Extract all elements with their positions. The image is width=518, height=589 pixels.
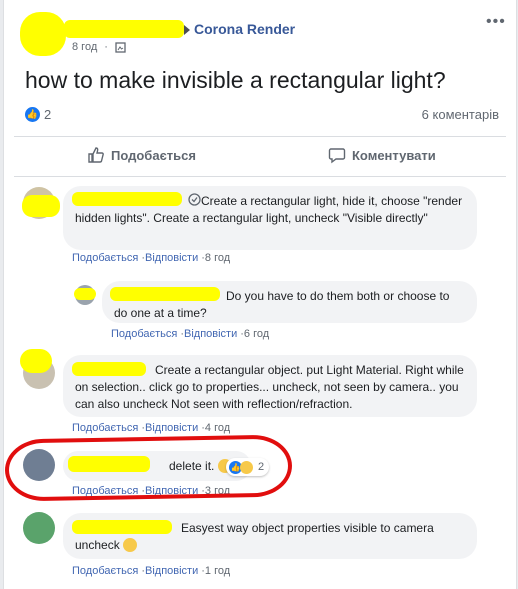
group-name[interactable]: Corona Render <box>194 21 295 37</box>
verified-icon <box>188 193 201 206</box>
redacted-name <box>64 20 184 38</box>
arrow-right-icon <box>184 25 190 35</box>
post-title: how to make invisible a rectangular ligh… <box>25 67 446 93</box>
comment-time[interactable]: 1 год <box>205 565 230 577</box>
redacted-name <box>72 362 146 376</box>
comment-reply-link[interactable]: Відповісти <box>145 565 198 577</box>
post-card: Corona Render 8 год · ••• how to make in… <box>3 0 517 589</box>
more-icon[interactable]: ••• <box>486 13 506 31</box>
redacted-avatar <box>22 195 60 217</box>
highlight-annotation <box>4 434 293 502</box>
likes-row: 👍 2 6 коментарів <box>25 106 499 124</box>
post-meta: 8 год · <box>72 41 126 53</box>
divider <box>14 136 506 137</box>
like-icon[interactable]: 👍 <box>25 107 40 122</box>
comment-like-link[interactable]: Подобається <box>72 565 138 577</box>
post-time[interactable]: 8 год <box>72 41 97 53</box>
comment-reply-link[interactable]: Відповісти <box>145 252 198 264</box>
like-icon <box>88 147 104 163</box>
comment-reply-link[interactable]: Відповісти <box>145 422 198 434</box>
redacted-avatar <box>74 288 96 300</box>
comment-actions: Подобається ·Відповісти ·6 год <box>111 328 270 340</box>
comment-actions: Подобається ·Відповісти ·8 год <box>72 252 231 264</box>
comment-time[interactable]: 4 год <box>205 422 230 434</box>
comment-label: Коментувати <box>352 147 436 163</box>
comment-actions: Подобається ·Відповісти ·4 год <box>72 422 231 434</box>
smile-emoji <box>123 538 138 552</box>
comments-count[interactable]: 6 коментарів <box>422 107 499 122</box>
redacted-name <box>110 287 220 301</box>
comment-time[interactable]: 6 год <box>244 328 269 340</box>
comment-like-link[interactable]: Подобається <box>111 328 177 340</box>
comment-actions: Подобається ·Відповісти ·1 год <box>72 565 231 577</box>
likes-count[interactable]: 2 <box>44 107 51 122</box>
like-button[interactable]: Подобається <box>87 146 196 164</box>
like-label: Подобається <box>111 147 196 163</box>
post-actions: Подобається Коментувати <box>14 140 506 172</box>
avatar[interactable] <box>23 512 55 544</box>
redacted-name <box>72 520 172 534</box>
comment-reply-link[interactable]: Відповісти <box>184 328 237 340</box>
comment-button[interactable]: Коментувати <box>328 146 436 164</box>
comment-icon <box>328 148 346 164</box>
comment-like-link[interactable]: Подобається <box>72 252 138 264</box>
redacted-name <box>72 192 182 206</box>
redacted-avatar <box>20 349 52 373</box>
comment-time[interactable]: 8 год <box>205 252 230 264</box>
divider <box>14 176 506 177</box>
globe-icon <box>115 41 126 53</box>
comment-like-link[interactable]: Подобається <box>72 422 138 434</box>
redacted-name <box>20 12 66 56</box>
